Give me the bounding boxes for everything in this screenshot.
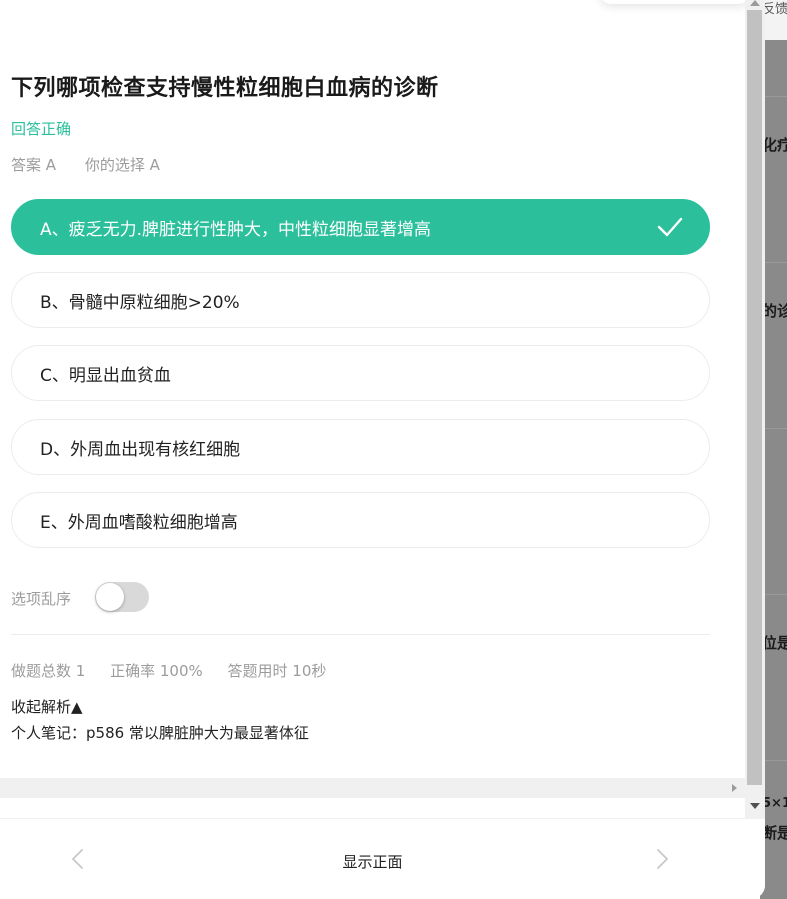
divider (11, 634, 710, 635)
shuffle-label: 选项乱序 (11, 590, 72, 608)
option-a[interactable]: A、疲乏无力.脾脏进行性肿大，中性粒细胞显著增高 (11, 199, 710, 255)
background-text: 反馈 (762, 2, 787, 17)
background-text: 5×1 (762, 796, 787, 811)
scroll-down-arrow-icon[interactable] (750, 803, 760, 809)
chevron-right-icon[interactable] (652, 847, 672, 871)
background-text: 断是 (762, 824, 787, 842)
your-choice: 你的选择 A (84, 156, 160, 174)
show-front-button[interactable]: 显示正面 (0, 851, 745, 872)
question-title: 下列哪项检查支持慢性粒细胞白血病的诊断 (11, 76, 439, 101)
option-label: D、外周血出现有核红细胞 (40, 439, 241, 460)
correct-answer: 答案 A (11, 156, 57, 174)
scrollbar-thumb[interactable] (747, 10, 762, 785)
option-label: E、外周血嗜酸粒细胞增高 (40, 512, 238, 533)
bottom-navigation: 显示正面 (0, 818, 765, 899)
option-d[interactable]: D、外周血出现有核红细胞 (11, 419, 710, 475)
option-label: B、骨髓中原粒细胞>20% (40, 292, 240, 313)
background-text: 的诊 (762, 302, 787, 320)
shuffle-toggle[interactable] (95, 582, 149, 612)
vertical-scrollbar[interactable] (745, 0, 765, 818)
answer-time: 答题用时 10秒 (227, 662, 327, 680)
question-card: 下列哪项检查支持慢性粒细胞白血病的诊断 回答正确 答案 A 你的选择 A A、疲… (0, 0, 765, 899)
toggle-knob (96, 583, 124, 611)
option-label: C、明显出血贫血 (40, 365, 171, 386)
horizontal-scrollbar[interactable] (0, 778, 745, 798)
scroll-up-arrow-icon[interactable] (750, 0, 760, 6)
option-e[interactable]: E、外周血嗜酸粒细胞增高 (11, 492, 710, 548)
scroll-right-arrow-icon[interactable] (732, 784, 737, 792)
option-label: A、疲乏无力.脾脏进行性肿大，中性粒细胞显著增高 (40, 219, 432, 240)
total-count: 做题总数 1 (11, 662, 86, 680)
background-text: 位是 (762, 634, 787, 652)
result-status: 回答正确 (11, 120, 72, 138)
accuracy-rate: 正确率 100% (110, 662, 203, 680)
option-c[interactable]: C、明显出血贫血 (11, 345, 710, 401)
floating-popup-edge (600, 0, 750, 4)
personal-note: 个人笔记：p586 常以脾脏肿大为最显著体征 (11, 724, 309, 742)
collapse-analysis-button[interactable]: 收起解析▲ (11, 696, 83, 717)
stats-line: 做题总数 1 正确率 100% 答题用时 10秒 (11, 660, 346, 681)
answer-summary: 答案 A 你的选择 A (11, 154, 184, 175)
option-b[interactable]: B、骨髓中原粒细胞>20% (11, 272, 710, 328)
checkmark-icon (657, 217, 683, 237)
background-text: 化疗 (762, 136, 787, 154)
